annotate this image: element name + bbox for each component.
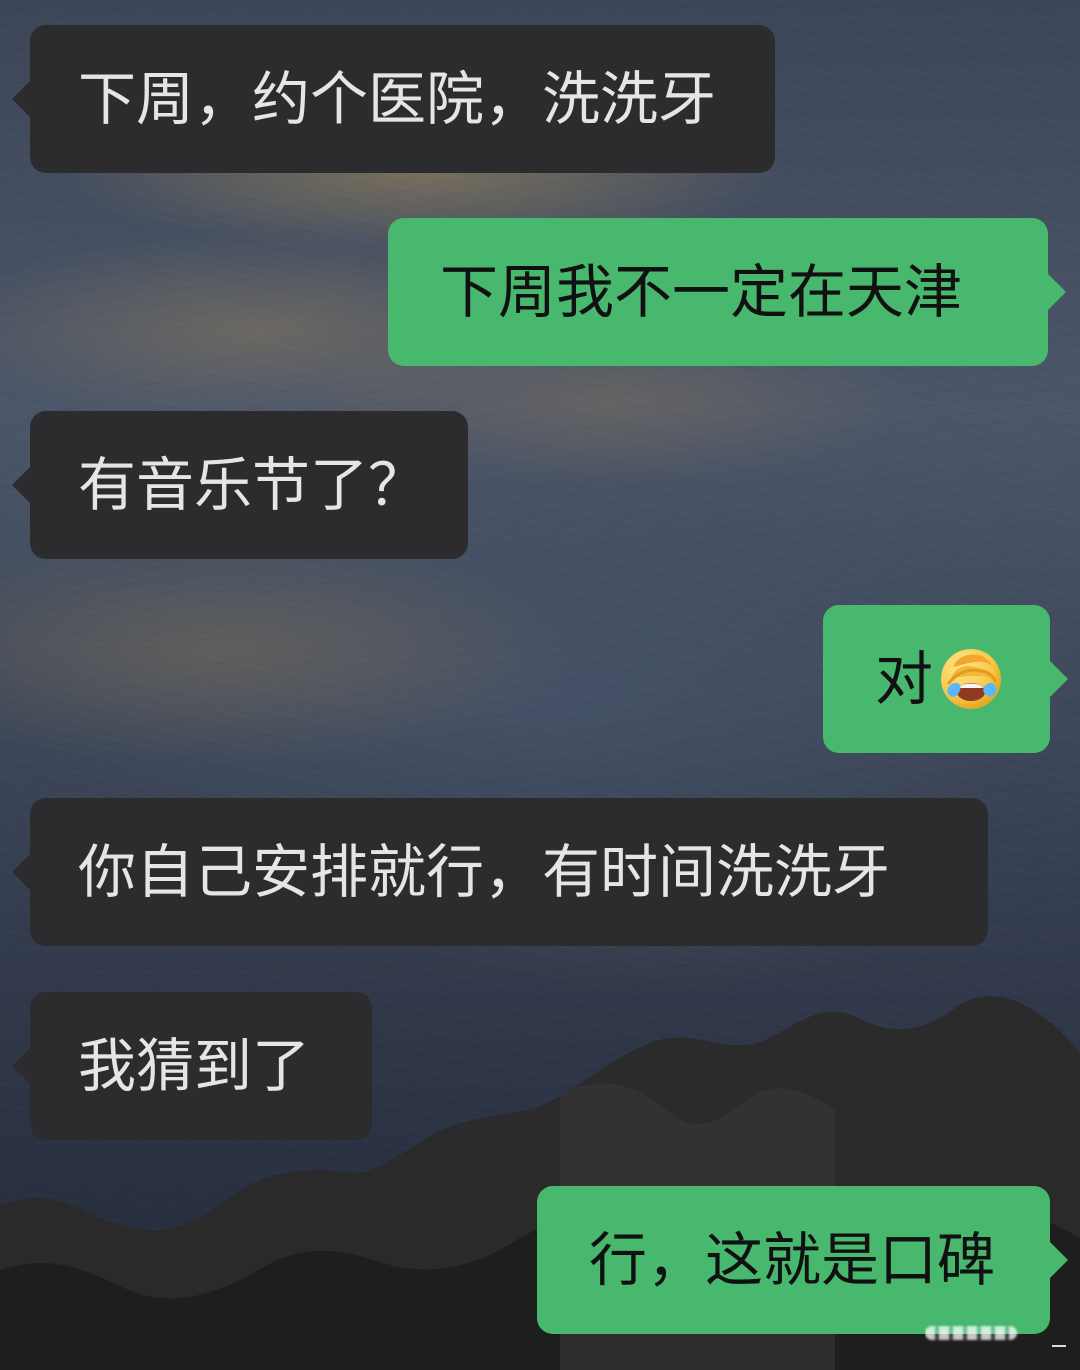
outgoing-message-bubble[interactable]: 对 [823,605,1068,753]
incoming-message-bubble[interactable]: 有音乐节了？ [12,411,468,559]
message-text: 我猜到了 [78,1032,311,1100]
message-text: 对 [875,645,934,713]
outgoing-message-bubble[interactable]: 下周我不一定在天津 [388,218,1066,366]
facepalm-crying-emoji-icon [937,645,1005,713]
incoming-message-bubble[interactable]: 下周，约个医院，洗洗牙 [12,25,775,173]
message-text: 行，这就是口碑 [589,1226,996,1294]
incoming-message-bubble[interactable]: 我猜到了 [12,992,372,1140]
outgoing-message-bubble[interactable]: 行，这就是口碑 [537,1186,1068,1334]
message-content: 对 [875,645,1005,713]
blurred-watermark [925,1325,1035,1345]
message-text: 有音乐节了？ [78,451,427,519]
incoming-message-bubble[interactable]: 你自己安排就行，有时间洗洗牙 [12,798,988,946]
message-text: 下周我不一定在天津 [440,258,963,326]
watermark-dash [1052,1345,1066,1347]
message-text: 你自己安排就行，有时间洗洗牙 [78,838,891,906]
message-text: 下周，约个医院，洗洗牙 [78,65,717,133]
